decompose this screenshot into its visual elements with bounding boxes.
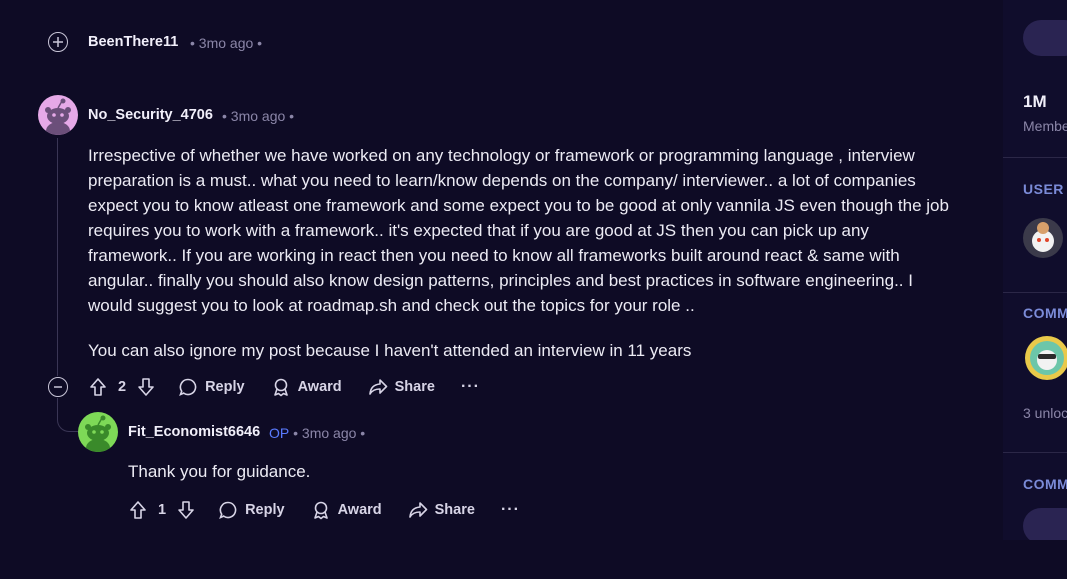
share-label: Share [434,502,475,518]
share-button[interactable]: Share [368,377,435,397]
comment-author[interactable]: BeenThere11 [88,34,178,50]
divider [1003,452,1067,453]
comment-author[interactable]: Fit_Economist6646 [128,424,260,440]
members-label: Members [1023,118,1067,134]
avatar[interactable] [38,95,78,135]
award-button[interactable]: Award [271,377,342,397]
achievement-badge[interactable] [1025,336,1067,380]
vote-control: 2 [88,377,156,397]
community-achievements-heading: COMMUNITY [1023,305,1067,321]
comment-author[interactable]: No_Security_4706 [88,107,213,123]
share-label: Share [394,379,435,395]
comment-paragraph: Irrespective of whether we have worked o… [88,146,949,315]
downvote-icon[interactable] [136,377,156,397]
more-options-button[interactable]: ··· [501,501,520,519]
comment-meta: • 3mo ago • [190,35,263,51]
unlocks-text: 3 unlocks [1023,405,1067,421]
comment-bubble-icon [218,500,238,520]
minus-icon [54,386,62,388]
snoo-avatar-icon [1032,222,1054,252]
award-label: Award [337,502,382,518]
comment-bubble-icon [178,377,198,397]
vote-score: 1 [158,502,167,518]
divider [1003,157,1067,158]
reply-button[interactable]: Reply [218,500,285,520]
comment-time: • 3mo ago • [293,425,366,441]
snoo-avatar-icon [85,415,111,452]
join-button[interactable] [1023,20,1067,56]
comment-meta: • 3mo ago • [222,108,295,124]
vote-score: 2 [118,379,127,395]
sidebar-pill-button[interactable] [1023,508,1067,544]
upvote-icon[interactable] [128,500,148,520]
upvote-icon[interactable] [88,377,108,397]
collapse-comment-button[interactable] [48,377,68,397]
comment-paragraph: You can also ignore my post because I ha… [88,341,692,360]
avatar[interactable] [78,412,118,452]
downvote-icon[interactable] [176,500,196,520]
sidebar-bottom [1003,540,1067,579]
share-icon [368,377,388,397]
community-heading: COMMUNITY [1023,476,1067,492]
comment-actions: 2 Reply Award Share ··· [88,373,480,401]
reply-label: Reply [245,502,285,518]
reply-label: Reply [205,379,245,395]
comment-body: Irrespective of whether we have worked o… [88,143,958,383]
plus-icon [53,37,63,47]
user-flair-heading: USER FLAIR [1023,181,1067,197]
comment-thread: BeenThere11 • 3mo ago • No_Security_4706… [0,0,1003,579]
op-badge: OP [269,425,290,441]
reply-button[interactable]: Reply [178,377,245,397]
comment-meta: OP • 3mo ago • [269,425,365,441]
community-sidebar: 1M Members USER FLAIR COMMUNITY 3 unlock… [1003,0,1067,544]
snoo-avatar-icon [45,98,71,135]
comment-actions: 1 Reply Award Share ··· [128,496,520,524]
reply-connector [57,398,79,432]
vote-control: 1 [128,500,196,520]
award-button[interactable]: Award [311,500,382,520]
more-options-button[interactable]: ··· [461,378,480,396]
user-flair-avatar[interactable] [1023,218,1063,258]
share-icon [408,500,428,520]
member-count: 1M [1023,92,1047,111]
thread-line[interactable] [57,138,58,376]
comment-body: Thank you for guidance. [128,462,311,481]
award-label: Award [297,379,342,395]
achievement-badge-icon [1030,341,1064,375]
share-button[interactable]: Share [408,500,475,520]
award-icon [311,500,331,520]
award-icon [271,377,291,397]
expand-comment-button[interactable] [48,32,68,52]
divider [1003,292,1067,293]
